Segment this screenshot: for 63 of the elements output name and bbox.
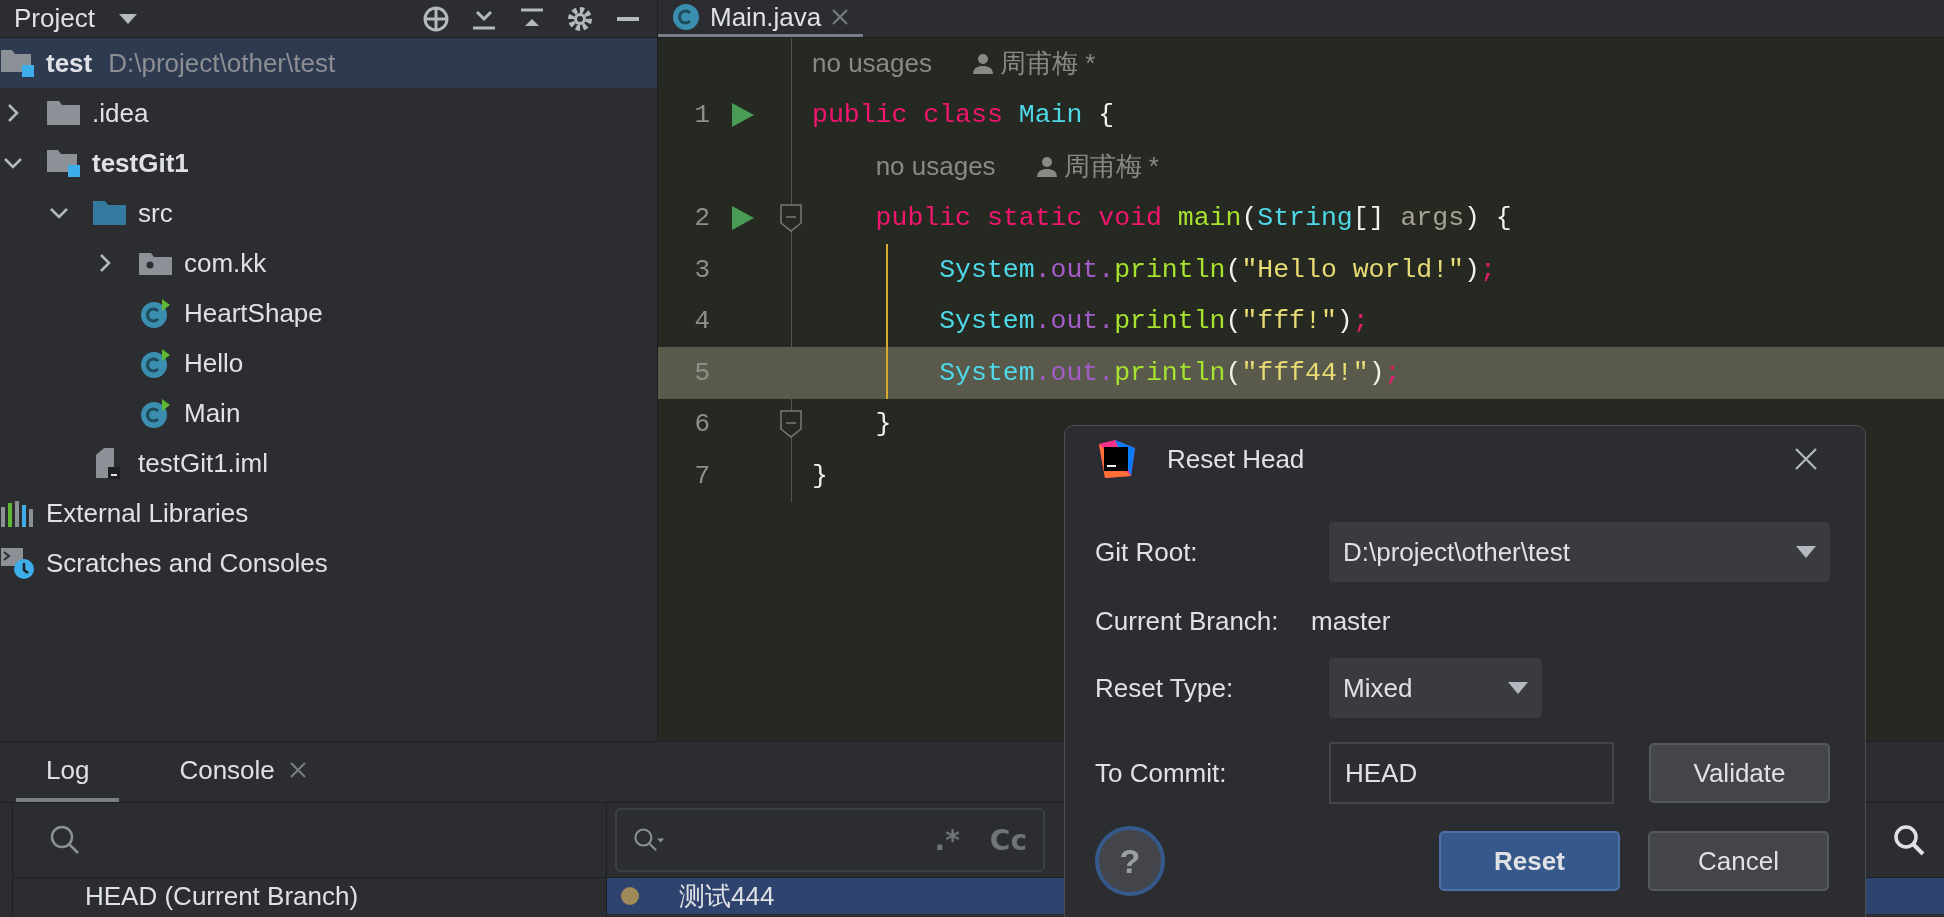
field-label: To Commit: — [1095, 756, 1228, 790]
line-number: 2 — [693, 203, 710, 234]
tree-item[interactable]: src — [0, 188, 657, 238]
tree-item[interactable]: test D:\project\other\test — [0, 38, 657, 88]
tree-item[interactable]: com.kk — [0, 238, 657, 288]
panel-tab[interactable]: Console — [149, 742, 337, 802]
search-icon — [49, 824, 81, 856]
usages-hint[interactable]: no usages — [812, 48, 932, 80]
person-icon — [972, 52, 994, 75]
branch-item[interactable]: HEAD (Current Branch) — [13, 878, 606, 914]
dropdown[interactable]: Mixed — [1329, 658, 1542, 718]
dialog-button[interactable]: Cancel — [1648, 831, 1829, 891]
dialog-title: Reset Head — [1167, 443, 1306, 475]
close-icon[interactable] — [831, 8, 850, 26]
editor-tab[interactable]: Main.java — [658, 0, 864, 37]
code-line: System.out.println("Hello world!"); — [938, 254, 1496, 285]
validate-button[interactable]: Validate — [1649, 743, 1830, 803]
author-hint[interactable]: 周甫梅 * — [1063, 149, 1159, 185]
commit-input[interactable]: HEAD — [1329, 742, 1614, 804]
dropdown-caret-icon — [1796, 546, 1816, 558]
line-number: 5 — [693, 357, 710, 388]
code-line: } — [812, 460, 828, 491]
line-number: 3 — [693, 254, 710, 285]
line-number: 4 — [693, 306, 710, 337]
tree-item[interactable]: Hello — [0, 338, 657, 388]
close-icon[interactable] — [1793, 446, 1819, 472]
code-line: System.out.println("fff44!"); — [938, 357, 1401, 388]
tree-item[interactable]: Scratches and Consoles — [0, 538, 657, 588]
line-number: 6 — [693, 409, 710, 440]
code-line: public static void main(String[] args) { — [874, 203, 1512, 234]
line-number: 1 — [693, 100, 710, 131]
tree-item[interactable]: .idea — [0, 88, 657, 138]
class-icon — [672, 3, 700, 31]
code-line: System.out.println("fff!"); — [938, 306, 1369, 337]
help-button[interactable]: ? — [1095, 826, 1165, 896]
tree-item[interactable]: testGit1.iml — [0, 438, 657, 488]
close-icon[interactable] — [288, 761, 307, 779]
dropdown[interactable]: D:\project\other\test — [1329, 522, 1830, 582]
fold-marker-icon[interactable] — [780, 410, 802, 439]
author-hint[interactable]: 周甫梅 * — [1000, 46, 1096, 82]
tree-item[interactable]: External Libraries — [0, 488, 657, 538]
module-folder-icon — [46, 147, 82, 179]
run-icon[interactable] — [730, 101, 756, 130]
module-folder-icon — [0, 47, 36, 79]
field-label: Git Root: — [1095, 535, 1199, 569]
code-line: public class Main { — [812, 100, 1115, 131]
usages-hint[interactable]: no usages — [875, 151, 996, 183]
run-icon[interactable] — [730, 204, 756, 233]
code-line: } — [874, 409, 892, 440]
tree-item[interactable]: Main — [0, 388, 657, 438]
search-icon[interactable] — [1892, 823, 1926, 857]
panel-title[interactable]: Project — [14, 3, 95, 34]
fold-marker-icon[interactable] — [780, 204, 802, 233]
person-icon — [1035, 155, 1058, 178]
dropdown-caret-icon — [1508, 682, 1528, 694]
line-number: 7 — [693, 460, 710, 491]
tree-item[interactable]: HeartShape — [0, 288, 657, 338]
tree-item[interactable]: testGit1 — [0, 138, 657, 188]
dialog-button[interactable]: Reset — [1439, 831, 1620, 891]
commit-message: 测试444 — [679, 879, 775, 913]
field-label: Reset Type: — [1095, 671, 1235, 705]
panel-tab[interactable]: Log — [16, 742, 120, 802]
branch-value: master — [1311, 605, 1391, 637]
